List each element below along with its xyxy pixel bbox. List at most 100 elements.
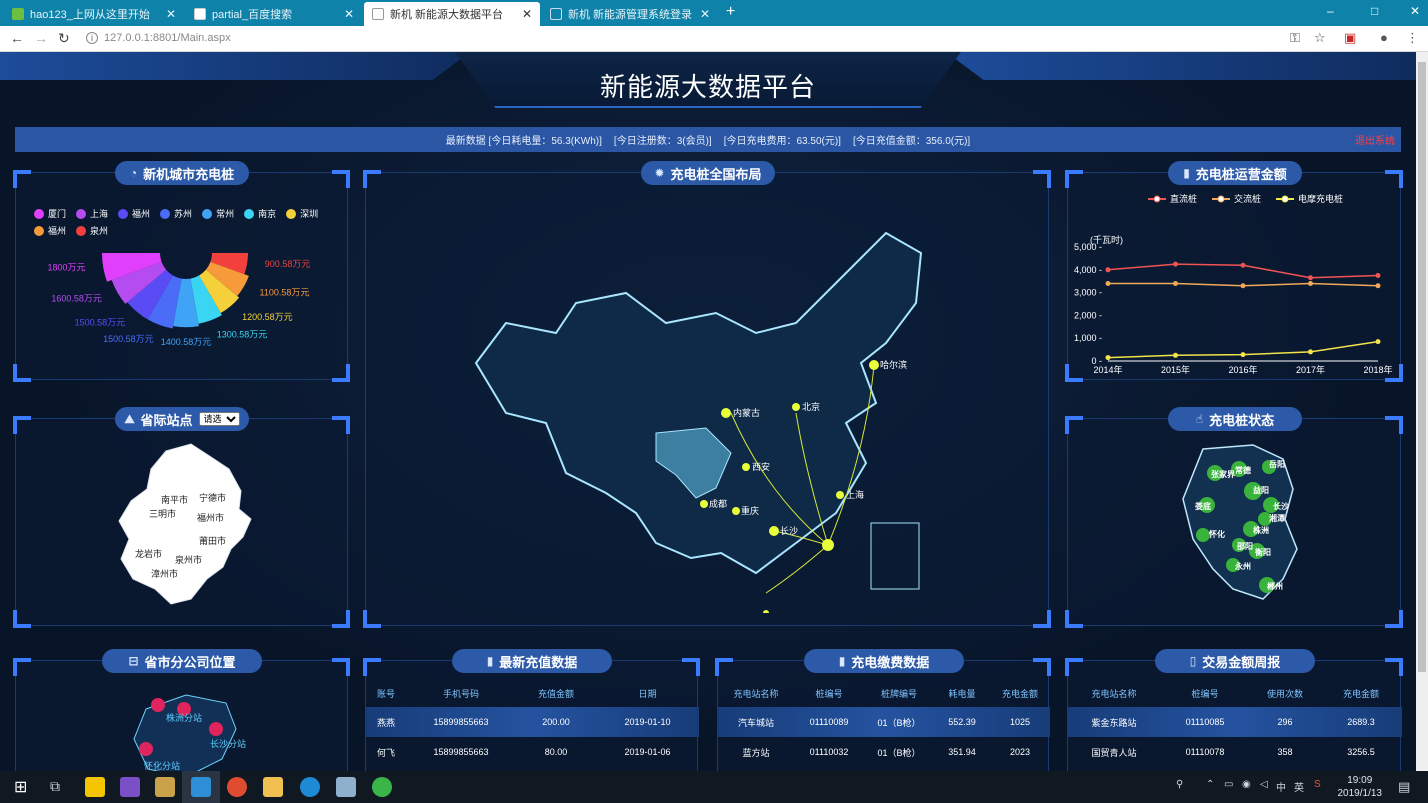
- url-field[interactable]: i 127.0.0.1:8801/Main.aspx: [86, 32, 231, 44]
- clock[interactable]: 19:09 2019/1/13: [1338, 774, 1383, 800]
- data-point[interactable]: [1173, 261, 1178, 267]
- file-explorer-icon[interactable]: [263, 777, 283, 797]
- map-pin-icon[interactable]: [151, 698, 165, 712]
- table-cell: 01（B枪）: [877, 747, 921, 758]
- data-point[interactable]: [1308, 275, 1313, 281]
- app-icon[interactable]: [155, 777, 175, 797]
- legend-dot: [34, 208, 44, 219]
- scrollbar-thumb[interactable]: [1418, 62, 1426, 672]
- tray-chevron-icon[interactable]: ⌃: [1206, 779, 1214, 790]
- windows-start-icon[interactable]: ⊞: [14, 777, 27, 797]
- tab-hao123[interactable]: hao123_上网从这里开始 ✕: [4, 2, 184, 26]
- new-tab-button[interactable]: +: [726, 3, 735, 21]
- vertical-scrollbar[interactable]: [1416, 52, 1428, 771]
- map-pin-icon[interactable]: [209, 722, 223, 736]
- data-point[interactable]: [1240, 283, 1246, 289]
- table-row[interactable]: 国贸青人站 01110078 358 3256.5: [1068, 737, 1402, 767]
- minimize-button[interactable]: –: [1327, 4, 1334, 18]
- wechat-icon[interactable]: [372, 777, 392, 797]
- legend-item[interactable]: 厦门: [34, 207, 66, 220]
- close-window-button[interactable]: ✕: [1410, 4, 1420, 18]
- map-city-dot[interactable]: [836, 491, 844, 499]
- map-city-dot[interactable]: [732, 507, 740, 515]
- legend-label[interactable]: 电摩充电桩: [1298, 193, 1343, 204]
- data-point[interactable]: [1105, 267, 1111, 273]
- volume-icon[interactable]: ◁: [1260, 779, 1268, 790]
- info-icon[interactable]: i: [86, 32, 98, 44]
- data-point[interactable]: [1308, 349, 1313, 355]
- data-point[interactable]: [1308, 280, 1313, 286]
- legend-label[interactable]: 交流桩: [1234, 193, 1261, 204]
- panel-title: ⛰ 省际站点 请选: [115, 407, 249, 431]
- sticky-notes-icon[interactable]: [85, 777, 105, 797]
- forward-arrow-icon[interactable]: →: [34, 30, 48, 46]
- legend-item[interactable]: 南京: [244, 207, 276, 220]
- map-city-dot[interactable]: [742, 463, 750, 471]
- back-arrow-icon[interactable]: ←: [10, 30, 24, 46]
- status-dot[interactable]: [1196, 528, 1210, 542]
- table-row[interactable]: 燕燕 15899855663 200.00 2019-01-10: [366, 707, 699, 737]
- legend-item[interactable]: 苏州: [160, 207, 192, 220]
- data-point[interactable]: [1240, 262, 1246, 268]
- map-city-dot[interactable]: [769, 526, 779, 536]
- star-icon[interactable]: ☆: [1314, 30, 1326, 46]
- data-point[interactable]: [1173, 352, 1178, 358]
- person-icon[interactable]: ⚲: [1176, 779, 1183, 790]
- tab-baidu[interactable]: partial_百度搜索 ✕: [186, 2, 362, 26]
- menu-icon[interactable]: ⋮: [1406, 30, 1419, 46]
- map-city-dot[interactable]: [721, 408, 731, 418]
- legend-item[interactable]: 常州: [202, 207, 234, 220]
- data-point[interactable]: [1105, 280, 1111, 286]
- legend-item[interactable]: 深圳: [286, 207, 318, 220]
- maximize-button[interactable]: □: [1371, 4, 1378, 18]
- logout-link[interactable]: 退出系统: [1355, 132, 1395, 147]
- data-point[interactable]: [1375, 273, 1381, 278]
- map-city-dot[interactable]: [763, 610, 769, 613]
- visual-studio-icon[interactable]: [120, 777, 140, 797]
- fees-table: 充电站名称 桩编号 桩牌编号 耗电量 充电金额 汽车城站 01110089 01…: [718, 679, 1050, 767]
- table-row[interactable]: 汽车城站 01110089 01（B枪） 552.39 1025: [718, 707, 1050, 737]
- province-select[interactable]: 请选: [198, 412, 240, 426]
- reload-icon[interactable]: ↻: [58, 30, 70, 47]
- map-city-dot[interactable]: [869, 360, 879, 370]
- wechat-tray-icon[interactable]: ◉: [1242, 779, 1251, 790]
- ticker-item: 最新数据 [今日耗电量：56.3(KWh)]: [445, 136, 602, 147]
- network-icon[interactable]: ▭: [1224, 779, 1233, 790]
- close-tab-icon[interactable]: ✕: [166, 7, 176, 21]
- map-city-dot[interactable]: [822, 539, 834, 551]
- ie-icon[interactable]: [300, 777, 320, 797]
- map-city-dot[interactable]: [792, 403, 800, 411]
- data-point[interactable]: [1375, 339, 1381, 345]
- notification-icon[interactable]: ▤: [1398, 779, 1410, 795]
- close-tab-icon[interactable]: ✕: [522, 7, 532, 21]
- branch-map: 株洲分站 长沙分站 怀化分站: [133, 694, 246, 771]
- tab-dashboard[interactable]: 新机 新能源大数据平台 ✕: [364, 2, 540, 26]
- table-row[interactable]: 何飞 15899855663 80.00 2019-01-06: [366, 737, 699, 767]
- key-icon[interactable]: ⚿: [1290, 30, 1300, 46]
- ime-mode[interactable]: 中: [1276, 779, 1286, 794]
- data-point[interactable]: [1240, 352, 1246, 358]
- profile-icon[interactable]: ●: [1380, 30, 1388, 45]
- task-view-icon[interactable]: ⧉: [50, 778, 60, 795]
- map-city-label: 哈尔滨: [880, 359, 907, 370]
- legend-label[interactable]: 直流桩: [1170, 193, 1197, 204]
- chrome-icon[interactable]: [227, 777, 247, 797]
- app-icon[interactable]: [336, 777, 356, 797]
- ime-indicator[interactable]: 英: [1294, 779, 1304, 794]
- pdf-extension-icon[interactable]: ▣: [1344, 30, 1356, 46]
- panel-title: ⊟ 省市分公司位置: [102, 649, 262, 673]
- sogou-icon[interactable]: S: [1314, 779, 1321, 790]
- legend-item[interactable]: 福州: [118, 207, 150, 220]
- table-row[interactable]: 紫金东路站 01110085 296 2689.3: [1068, 707, 1402, 737]
- tab-login[interactable]: 新机 新能源管理系统登录 ✕: [542, 2, 718, 26]
- legend-item[interactable]: 上海: [76, 207, 108, 220]
- data-point[interactable]: [1105, 355, 1111, 361]
- map-city-dot[interactable]: [700, 500, 708, 508]
- close-tab-icon[interactable]: ✕: [344, 7, 354, 21]
- map-pin-icon[interactable]: [139, 742, 153, 756]
- window-app-icon[interactable]: [191, 777, 211, 797]
- data-point[interactable]: [1375, 283, 1381, 289]
- table-row[interactable]: 蓝方站 01110032 01（B枪） 351.94 2023: [718, 737, 1050, 767]
- data-point[interactable]: [1173, 280, 1178, 286]
- close-tab-icon[interactable]: ✕: [700, 7, 710, 21]
